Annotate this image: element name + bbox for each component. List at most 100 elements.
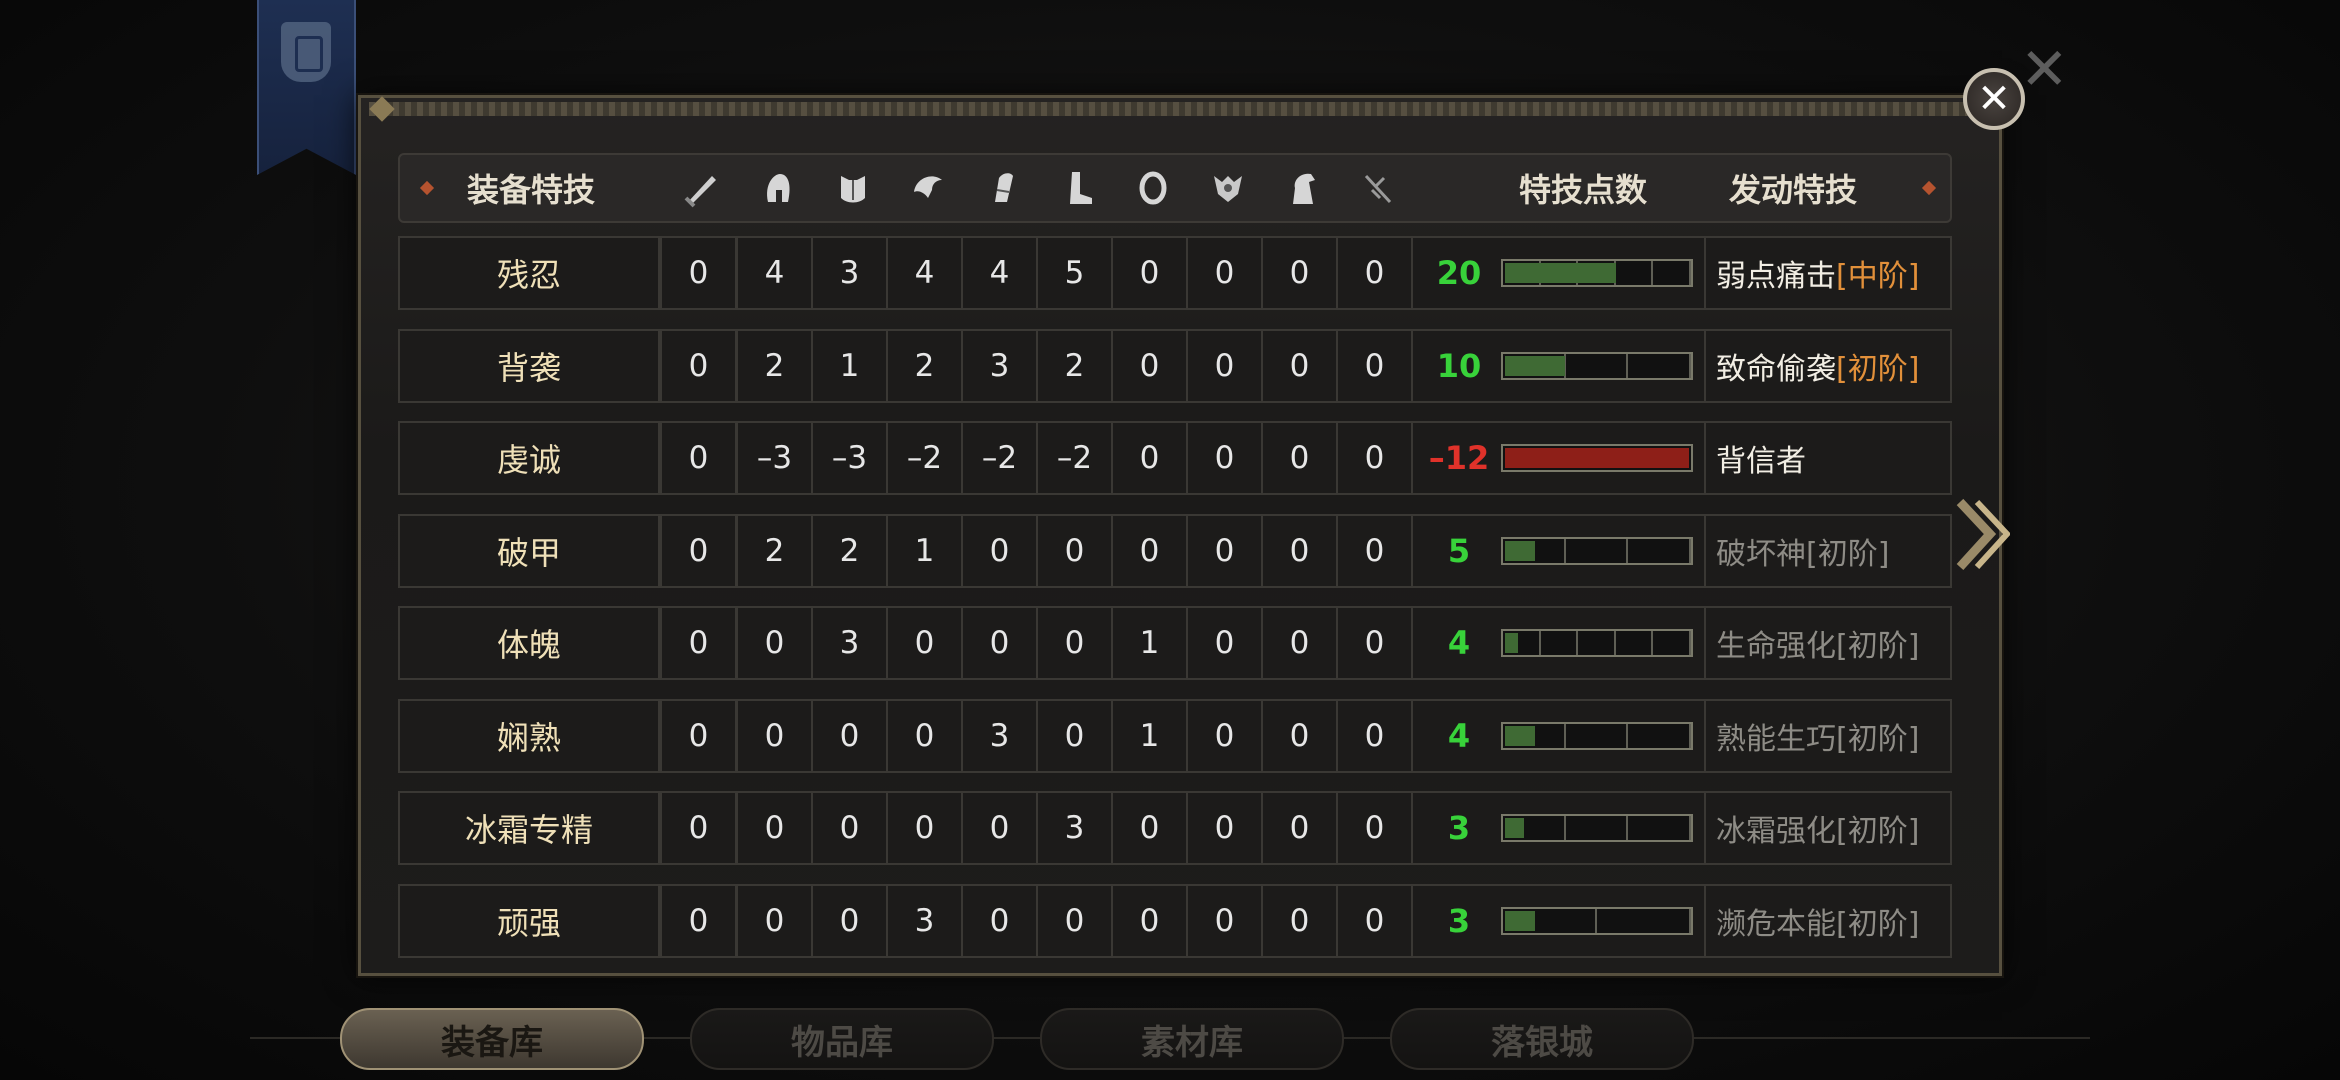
skill-row[interactable]: 破甲 0 2 2 1 0 0 0 0 0 0 5 破坏神 [初阶] (398, 514, 1952, 588)
skill-tier: [初阶] (1836, 352, 1920, 387)
skill-row[interactable]: 虔诚 0 –3 –3 –2 –2 –2 0 0 0 0 –12 背信者 (398, 421, 1952, 495)
slot-value: 0 (1336, 699, 1413, 773)
slot-value: 0 (961, 606, 1038, 680)
slot-value: 2 (886, 329, 963, 403)
progress-segment (1628, 724, 1692, 748)
skill-progress-bar (1501, 907, 1693, 935)
slot-value: 0 (1186, 791, 1263, 865)
guild-banner[interactable] (257, 0, 356, 175)
progress-segment (1566, 816, 1629, 840)
active-skill-label: 冰霜强化 (1716, 814, 1836, 849)
slot-value: 2 (1036, 329, 1113, 403)
progress-segment (1653, 631, 1691, 655)
slot-value: 0 (1336, 791, 1413, 865)
slot-value: 0 (660, 884, 737, 958)
progress-segment (1628, 816, 1692, 840)
skill-row[interactable]: 冰霜专精 0 0 0 0 0 3 0 0 0 0 3 冰霜强化 [初阶] (398, 791, 1952, 865)
progress-fill (1505, 818, 1524, 838)
slot-value: 0 (1336, 514, 1413, 588)
slot-value: 0 (736, 884, 813, 958)
tab-items[interactable]: 物品库 (690, 1008, 994, 1070)
active-skill-name[interactable]: 背信者 (1704, 421, 1952, 495)
skill-points-cell: 3 (1411, 791, 1706, 865)
slot-value: 0 (886, 699, 963, 773)
slot-value: 0 (1261, 329, 1338, 403)
skill-row[interactable]: 背袭 0 2 1 2 3 2 0 0 0 0 10 致命偷袭 [初阶] (398, 329, 1952, 403)
skill-name: 冰霜专精 (398, 791, 660, 865)
slot-value: 1 (886, 514, 963, 588)
slot-value: 0 (736, 699, 813, 773)
active-skill-label: 破坏神 (1716, 537, 1806, 572)
slot-value: 0 (1111, 236, 1188, 310)
tab-city[interactable]: 落银城 (1390, 1008, 1694, 1070)
slot-value: 0 (1186, 606, 1263, 680)
slot-value: 0 (1261, 514, 1338, 588)
progress-fill (1505, 356, 1566, 376)
next-page-arrow-icon[interactable] (1955, 497, 2010, 572)
slot-value: 2 (811, 514, 888, 588)
skill-points-cell: 5 (1411, 514, 1706, 588)
ring-icon (1115, 155, 1190, 221)
active-skill-name[interactable]: 破坏神 [初阶] (1704, 514, 1952, 588)
active-skill-name[interactable]: 生命强化 [初阶] (1704, 606, 1952, 680)
slot-value: 0 (886, 791, 963, 865)
progress-segment (1566, 724, 1629, 748)
active-skill-name[interactable]: 濒危本能 [初阶] (1704, 884, 1952, 958)
slot-value: 0 (1111, 884, 1188, 958)
slot-value: 0 (1186, 329, 1263, 403)
progress-segment (1597, 909, 1691, 933)
tab-materials[interactable]: 素材库 (1040, 1008, 1344, 1070)
slot-value: –3 (811, 421, 888, 495)
skill-tier: [初阶] (1836, 907, 1920, 942)
shield-emblem-icon (281, 22, 331, 82)
skill-progress-bar (1501, 814, 1693, 842)
skill-points-value: –12 (1428, 439, 1490, 477)
active-skill-label: 濒危本能 (1716, 907, 1836, 942)
active-skill-name[interactable]: 弱点痛击 [中阶] (1704, 236, 1952, 310)
slot-value: 0 (1336, 606, 1413, 680)
slot-value: 0 (1336, 236, 1413, 310)
progress-fill (1505, 633, 1519, 653)
progress-fill-negative (1505, 448, 1689, 468)
slot-value: 4 (886, 236, 963, 310)
active-skill-name[interactable]: 致命偷袭 [初阶] (1704, 329, 1952, 403)
slot-value: 0 (1261, 791, 1338, 865)
slot-value: 0 (811, 884, 888, 958)
skill-points-cell: 10 (1411, 329, 1706, 403)
skill-progress-bar (1501, 259, 1693, 287)
skill-row[interactable]: 娴熟 0 0 0 0 3 0 1 0 0 0 4 熟能生巧 [初阶] (398, 699, 1952, 773)
slot-value: 0 (1186, 421, 1263, 495)
progress-fill (1505, 263, 1616, 283)
skill-points-value: 4 (1447, 624, 1471, 662)
slot-value: 0 (736, 606, 813, 680)
progress-segment (1653, 261, 1691, 285)
active-skill-name[interactable]: 熟能生巧 [初阶] (1704, 699, 1952, 773)
skill-progress-bar (1501, 629, 1693, 657)
slot-value: 0 (660, 791, 737, 865)
progress-fill (1505, 726, 1535, 746)
skill-row[interactable]: 体魄 0 0 3 0 0 0 1 0 0 0 4 生命强化 [初阶] (398, 606, 1952, 680)
slot-value: 5 (1036, 236, 1113, 310)
skill-row[interactable]: 顽强 0 0 0 3 0 0 0 0 0 0 3 濒危本能 [初阶] (398, 884, 1952, 958)
skill-tier: [中阶] (1836, 259, 1920, 294)
slot-value: 4 (736, 236, 813, 310)
slot-value: 0 (1111, 421, 1188, 495)
close-button[interactable]: ✕ (1963, 68, 2025, 130)
slot-value: 0 (1111, 329, 1188, 403)
slot-value: 0 (1186, 236, 1263, 310)
tab-equipment[interactable]: 装备库 (340, 1008, 644, 1070)
skill-points-value: 10 (1436, 347, 1482, 385)
active-skill-name[interactable]: 冰霜强化 [初阶] (1704, 791, 1952, 865)
skill-row[interactable]: 残忍 0 4 3 4 4 5 0 0 0 0 20 弱点痛击 [中阶] (398, 236, 1952, 310)
horse-icon (1265, 155, 1340, 221)
skill-points-cell: 20 (1411, 236, 1706, 310)
skill-tier: [初阶] (1836, 814, 1920, 849)
skill-name: 体魄 (398, 606, 660, 680)
slot-value: 0 (1036, 514, 1113, 588)
slot-value: 4 (961, 236, 1038, 310)
skill-points-cell: 4 (1411, 699, 1706, 773)
slot-value: –3 (736, 421, 813, 495)
slot-value: 3 (811, 236, 888, 310)
slot-value: 0 (1336, 421, 1413, 495)
slot-value: 0 (660, 236, 737, 310)
